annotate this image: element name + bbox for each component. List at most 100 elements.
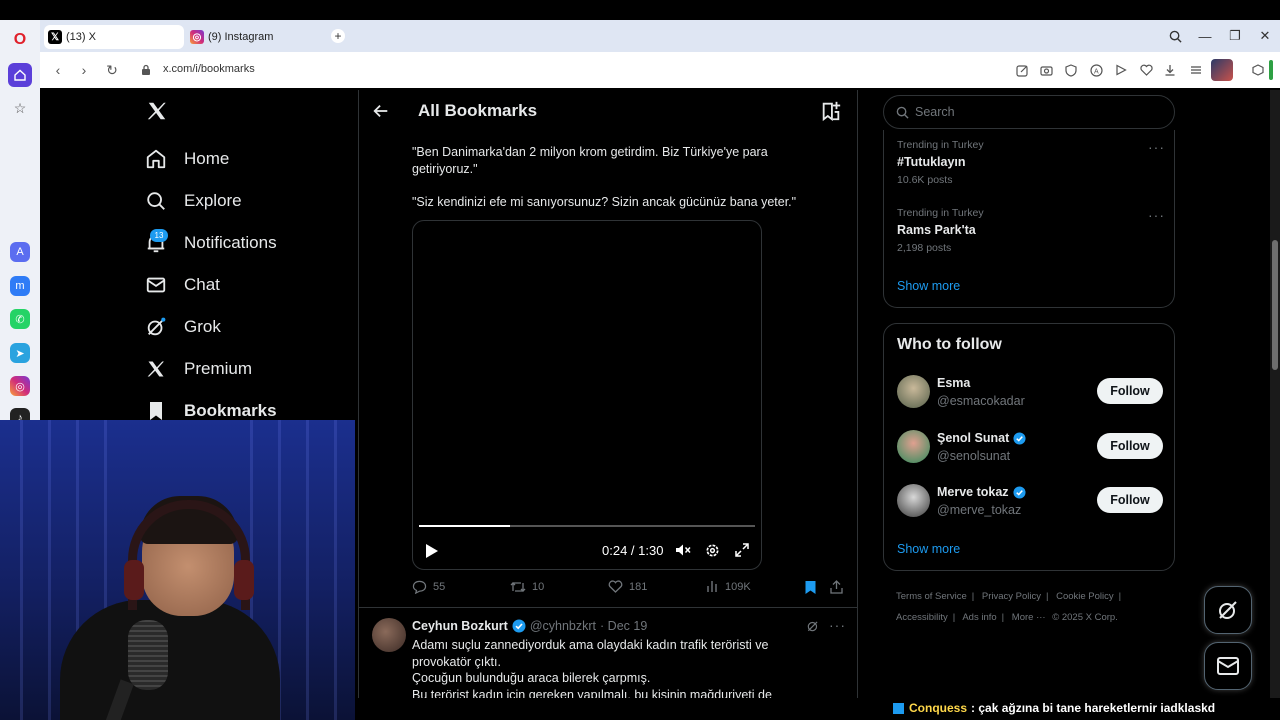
cookie-link[interactable]: Cookie Policy	[1056, 591, 1114, 602]
reload-icon[interactable]: ↻	[104, 62, 120, 78]
page-scrollbar[interactable]	[1270, 90, 1280, 700]
tweet-date[interactable]: · Dec 19	[600, 619, 647, 633]
views-button[interactable]: 109K	[706, 580, 751, 593]
user-handle: @esmacokadar	[937, 394, 1025, 408]
new-tab-button[interactable]: +	[331, 29, 345, 43]
translate-icon[interactable]: A	[1088, 62, 1104, 78]
scrollbar-thumb[interactable]	[1272, 240, 1278, 370]
headphones-icon	[128, 500, 250, 610]
verified-badge-icon	[1013, 485, 1026, 499]
follow-suggestion[interactable]: Esma @esmacokadar Follow	[897, 375, 1163, 411]
share-icon	[830, 580, 843, 594]
svg-text:A: A	[1094, 68, 1099, 75]
repost-count: 10	[532, 581, 545, 593]
bookmark-button[interactable]	[804, 580, 817, 595]
minimize-button[interactable]: —	[1197, 28, 1213, 44]
tab-x[interactable]: 𝕏 (13) X	[44, 25, 184, 49]
user-avatar[interactable]	[897, 430, 930, 463]
extensions-cube-icon[interactable]	[1250, 62, 1266, 78]
url-field[interactable]: x.com/i/bookmarks	[163, 63, 255, 75]
opera-logo-icon[interactable]: O	[10, 30, 30, 50]
x-logo-icon[interactable]	[146, 100, 168, 127]
maximize-button[interactable]: ❐	[1227, 28, 1243, 44]
nav-chat[interactable]: Chat	[144, 267, 220, 303]
follow-suggestion[interactable]: Merve tokaz @merve_tokaz Follow	[897, 484, 1163, 520]
trend-context: Trending in Turkey	[897, 207, 984, 219]
tweet2-line1: Adamı suçlu zannediyorduk ama olaydaki k…	[412, 638, 769, 669]
author-name[interactable]: Ceyhun Bozkurt	[412, 619, 508, 633]
tab-x-title: (13) X	[66, 31, 96, 43]
messenger-icon[interactable]: m	[10, 276, 30, 296]
browser-tab-bar: 𝕏 (13) X ◎ (9) Instagram + — ❐ ✕	[0, 20, 1280, 52]
video-player[interactable]: 0:24 / 1:30	[412, 220, 762, 570]
back-nav-button[interactable]: ‹	[50, 62, 66, 78]
edit-icon[interactable]	[1014, 62, 1030, 78]
chat-badge-icon	[893, 702, 904, 714]
ads-info-link[interactable]: Ads info	[962, 612, 996, 623]
reply-button[interactable]: 55	[412, 580, 445, 594]
more-link[interactable]: More ···	[1012, 612, 1046, 623]
accessibility-link[interactable]: Accessibility	[896, 612, 948, 623]
grok-explain-icon[interactable]	[806, 619, 820, 638]
trend-more-icon[interactable]: ···	[1148, 139, 1165, 155]
repost-button[interactable]: 10	[510, 580, 544, 594]
privacy-link[interactable]: Privacy Policy	[982, 591, 1041, 602]
video-progress-bar[interactable]	[419, 525, 755, 527]
nav-home[interactable]: Home	[144, 141, 229, 177]
aria-icon[interactable]: A	[10, 242, 30, 262]
follow-button[interactable]: Follow	[1097, 378, 1163, 404]
trend-context: Trending in Turkey	[897, 139, 984, 151]
nav-notifications-label: Notifications	[184, 233, 277, 252]
home-space-icon[interactable]	[8, 63, 32, 87]
tweet-actions: 55 10 181 109K	[412, 580, 843, 598]
tab-search-icon[interactable]	[1167, 28, 1183, 44]
tab-instagram[interactable]: ◎ (9) Instagram	[186, 25, 326, 49]
terms-link[interactable]: Terms of Service	[896, 591, 967, 602]
add-bookmark-folder-icon[interactable]	[820, 100, 842, 127]
more-options-icon[interactable]: ···	[829, 617, 846, 633]
messages-fab-button[interactable]	[1204, 642, 1252, 690]
heart-icon[interactable]	[1138, 62, 1154, 78]
back-arrow-icon[interactable]	[372, 102, 390, 125]
nav-grok[interactable]: Grok	[144, 309, 221, 345]
trends-show-more-link[interactable]: Show more	[897, 279, 960, 293]
settings-gear-icon[interactable]	[705, 543, 720, 558]
instagram-sidebar-icon[interactable]: ◎	[10, 376, 30, 396]
user-avatar[interactable]	[897, 484, 930, 517]
grok-fab-button[interactable]	[1204, 586, 1252, 634]
heart-like-icon	[608, 580, 623, 593]
forward-nav-button[interactable]: ›	[76, 62, 92, 78]
who-to-follow-show-more-link[interactable]: Show more	[897, 542, 960, 556]
fullscreen-icon[interactable]	[735, 543, 749, 557]
play-button[interactable]	[425, 543, 439, 559]
shield-icon[interactable]	[1063, 62, 1079, 78]
author-avatar[interactable]	[372, 618, 406, 652]
search-box[interactable]: Search	[883, 95, 1175, 129]
follow-button[interactable]: Follow	[1097, 433, 1163, 459]
tweet-text-quote2: "Siz kendinizi efe mi sanıyorsunuz? Sizi…	[412, 195, 797, 209]
author-handle[interactable]: @cyhnbzkrt	[530, 619, 596, 633]
telegram-icon[interactable]: ➤	[10, 343, 30, 363]
easy-setup-icon[interactable]	[1188, 62, 1204, 78]
pinboard-star-icon[interactable]: ☆	[10, 98, 30, 118]
like-button[interactable]: 181	[608, 580, 647, 593]
user-avatar[interactable]	[897, 375, 930, 408]
camera-icon[interactable]	[1038, 62, 1054, 78]
whatsapp-icon[interactable]: ✆	[10, 309, 30, 329]
follow-suggestion[interactable]: Şenol Sunat @senolsunat Follow	[897, 430, 1163, 466]
nav-premium-label: Premium	[184, 359, 253, 378]
nav-premium[interactable]: Premium	[144, 351, 252, 387]
nav-explore[interactable]: Explore	[144, 183, 242, 219]
streamer-body	[60, 600, 280, 720]
profile-avatar[interactable]	[1211, 59, 1233, 81]
download-icon[interactable]	[1162, 62, 1178, 78]
trend-item[interactable]: Trending in Turkey Rams Park'ta 2,198 po…	[897, 207, 1164, 254]
trend-item[interactable]: Trending in Turkey #Tutuklayın 10.6K pos…	[897, 139, 1164, 186]
play-icon[interactable]	[1113, 62, 1129, 78]
mute-icon[interactable]	[675, 543, 691, 557]
share-button[interactable]	[830, 580, 843, 594]
trend-more-icon[interactable]: ···	[1148, 207, 1165, 223]
like-count: 181	[629, 580, 648, 593]
close-window-button[interactable]: ✕	[1257, 28, 1273, 44]
follow-button[interactable]: Follow	[1097, 487, 1163, 513]
